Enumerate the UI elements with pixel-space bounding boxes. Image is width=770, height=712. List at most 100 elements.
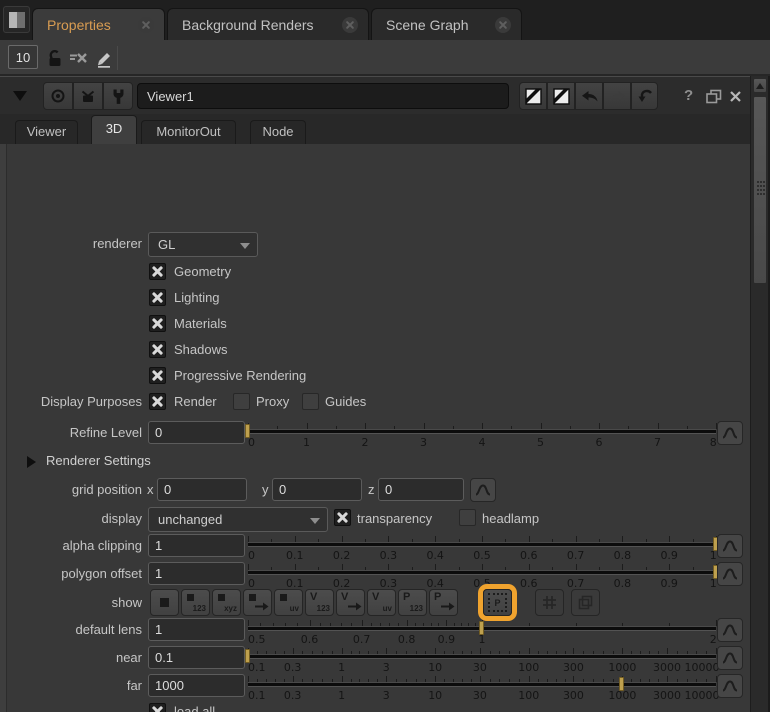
lighting-checkbox[interactable]	[149, 289, 166, 306]
tab-viewer[interactable]: Viewer	[15, 120, 78, 144]
tab-background-renders[interactable]: Background Renders	[167, 8, 369, 40]
alpha-clipping-animation-button[interactable]	[717, 534, 743, 558]
scroll-up-button[interactable]	[753, 78, 767, 93]
refine-level-slider[interactable]: 012345678	[248, 421, 716, 449]
slider-minor-tick	[453, 679, 454, 682]
show-point-xyz-button[interactable]: xyz	[212, 589, 241, 616]
headlamp-checkbox[interactable]	[459, 509, 476, 526]
revert-button[interactable]	[631, 82, 658, 110]
polygon-offset-animation-button[interactable]	[717, 562, 743, 586]
slider-tick-label: 0.3	[284, 661, 302, 674]
far-slider[interactable]: 0.10.31310301003001000300010000	[248, 674, 716, 702]
edit-pencil-icon[interactable]	[92, 47, 114, 69]
pane-menu-button[interactable]	[3, 6, 30, 33]
node-name-field[interactable]	[137, 83, 509, 109]
slider-track[interactable]	[248, 682, 716, 687]
show-point-uvs-button[interactable]: uv	[274, 589, 303, 616]
polygon-offset-slider[interactable]: 00.10.20.30.40.50.60.70.80.91	[248, 562, 716, 590]
show-points-button[interactable]	[150, 589, 179, 616]
show-overlap-button[interactable]	[571, 589, 600, 616]
show-poly-values-button[interactable]: P123	[398, 589, 427, 616]
slider-track[interactable]	[248, 570, 716, 575]
slider-handle[interactable]	[619, 677, 624, 691]
channels-a-button[interactable]	[519, 82, 547, 110]
proxy-checkbox[interactable]	[233, 393, 250, 410]
default-lens-slider[interactable]: 0.50.60.70.80.912	[248, 618, 716, 646]
near-slider[interactable]: 0.10.31310301003001000300010000	[248, 646, 716, 674]
slider-handle[interactable]	[479, 621, 484, 635]
channels-b-button[interactable]	[547, 82, 575, 110]
progressive-rendering-checkbox[interactable]	[149, 367, 166, 384]
show-vertex-uvs-button[interactable]: Vuv	[367, 589, 396, 616]
slider-track[interactable]	[248, 542, 716, 547]
render-checkbox[interactable]	[149, 393, 166, 410]
grid-x-input[interactable]	[157, 478, 247, 501]
tab-3d[interactable]: 3D	[91, 115, 137, 144]
show-wireframe-button[interactable]	[535, 589, 564, 616]
tab-properties[interactable]: Properties	[32, 8, 165, 40]
guides-checkbox[interactable]	[302, 393, 319, 410]
collapse-panel-icon[interactable]	[13, 91, 27, 101]
lock-icon[interactable]	[44, 47, 66, 69]
near-animation-button[interactable]	[717, 646, 743, 670]
materials-checkbox[interactable]	[149, 315, 166, 332]
slider-tick	[573, 648, 574, 654]
alpha-clipping-input[interactable]	[148, 534, 245, 557]
slider-tick	[295, 564, 296, 570]
refine-level-input[interactable]	[148, 421, 245, 444]
redo-button[interactable]	[603, 82, 631, 110]
slider-tick	[248, 536, 249, 542]
near-input[interactable]	[148, 646, 245, 669]
default-lens-input[interactable]	[148, 618, 245, 641]
max-panels-input[interactable]	[8, 45, 38, 69]
show-vertex-values-button[interactable]: V123	[305, 589, 334, 616]
close-tab-icon[interactable]	[342, 17, 358, 33]
undo-button[interactable]	[575, 82, 603, 110]
slider-track[interactable]	[248, 654, 716, 659]
slider-minor-tick	[677, 679, 678, 682]
grid-position-animation-button[interactable]	[470, 478, 496, 502]
default-lens-animation-button[interactable]	[717, 618, 743, 642]
scrollbar-thumb[interactable]	[753, 96, 767, 284]
far-input[interactable]	[148, 674, 245, 697]
show-point-normals-button[interactable]	[243, 589, 272, 616]
renderer-settings-header[interactable]: Renderer Settings	[46, 453, 151, 468]
slider-minor-tick	[454, 623, 455, 626]
grid-z-input[interactable]	[378, 478, 464, 501]
slider-minor-tick	[556, 679, 557, 682]
renderer-dropdown[interactable]: GL	[148, 232, 258, 257]
slider-handle[interactable]	[245, 649, 250, 663]
show-point-values-button[interactable]: 123	[181, 589, 210, 616]
geometry-checkbox[interactable]	[149, 263, 166, 280]
tab-monitorout[interactable]: MonitorOut	[141, 120, 236, 144]
slider-handle[interactable]	[245, 424, 250, 438]
tab-scene-graph[interactable]: Scene Graph	[371, 8, 522, 40]
center-viewer-button[interactable]	[43, 82, 73, 110]
slider-tick-label: 0.8	[614, 549, 632, 562]
display-dropdown[interactable]: unchanged	[148, 507, 328, 532]
renderer-settings-expand-icon[interactable]	[27, 456, 36, 468]
show-poly-normals-button[interactable]: P	[429, 589, 458, 616]
show-vertex-normals-button[interactable]: V	[336, 589, 365, 616]
float-panel-button[interactable]	[706, 89, 722, 104]
refine-level-animation-button[interactable]	[717, 421, 743, 445]
slider-track[interactable]	[248, 429, 716, 434]
help-button[interactable]: ?	[684, 87, 693, 104]
tab-node[interactable]: Node	[250, 120, 306, 144]
load-all-checkbox[interactable]	[149, 703, 166, 712]
node-settings-button[interactable]	[103, 82, 133, 110]
close-tab-icon[interactable]	[495, 17, 511, 33]
show-poly-annotations-button[interactable]: P	[483, 589, 512, 616]
close-all-panels-icon[interactable]	[67, 47, 89, 69]
grid-y-input[interactable]	[272, 478, 362, 501]
alpha-clipping-slider[interactable]: 00.10.20.30.40.50.60.70.80.91	[248, 534, 716, 562]
shadows-checkbox[interactable]	[149, 341, 166, 358]
transparency-checkbox[interactable]	[334, 509, 351, 526]
close-tab-icon[interactable]	[138, 17, 154, 33]
hide-input-button[interactable]	[73, 82, 103, 110]
slider-minor-tick	[499, 651, 500, 654]
polygon-offset-input[interactable]	[148, 562, 245, 585]
far-animation-button[interactable]	[717, 674, 743, 698]
close-panel-button[interactable]	[729, 90, 742, 103]
vertical-scrollbar[interactable]	[750, 76, 768, 712]
